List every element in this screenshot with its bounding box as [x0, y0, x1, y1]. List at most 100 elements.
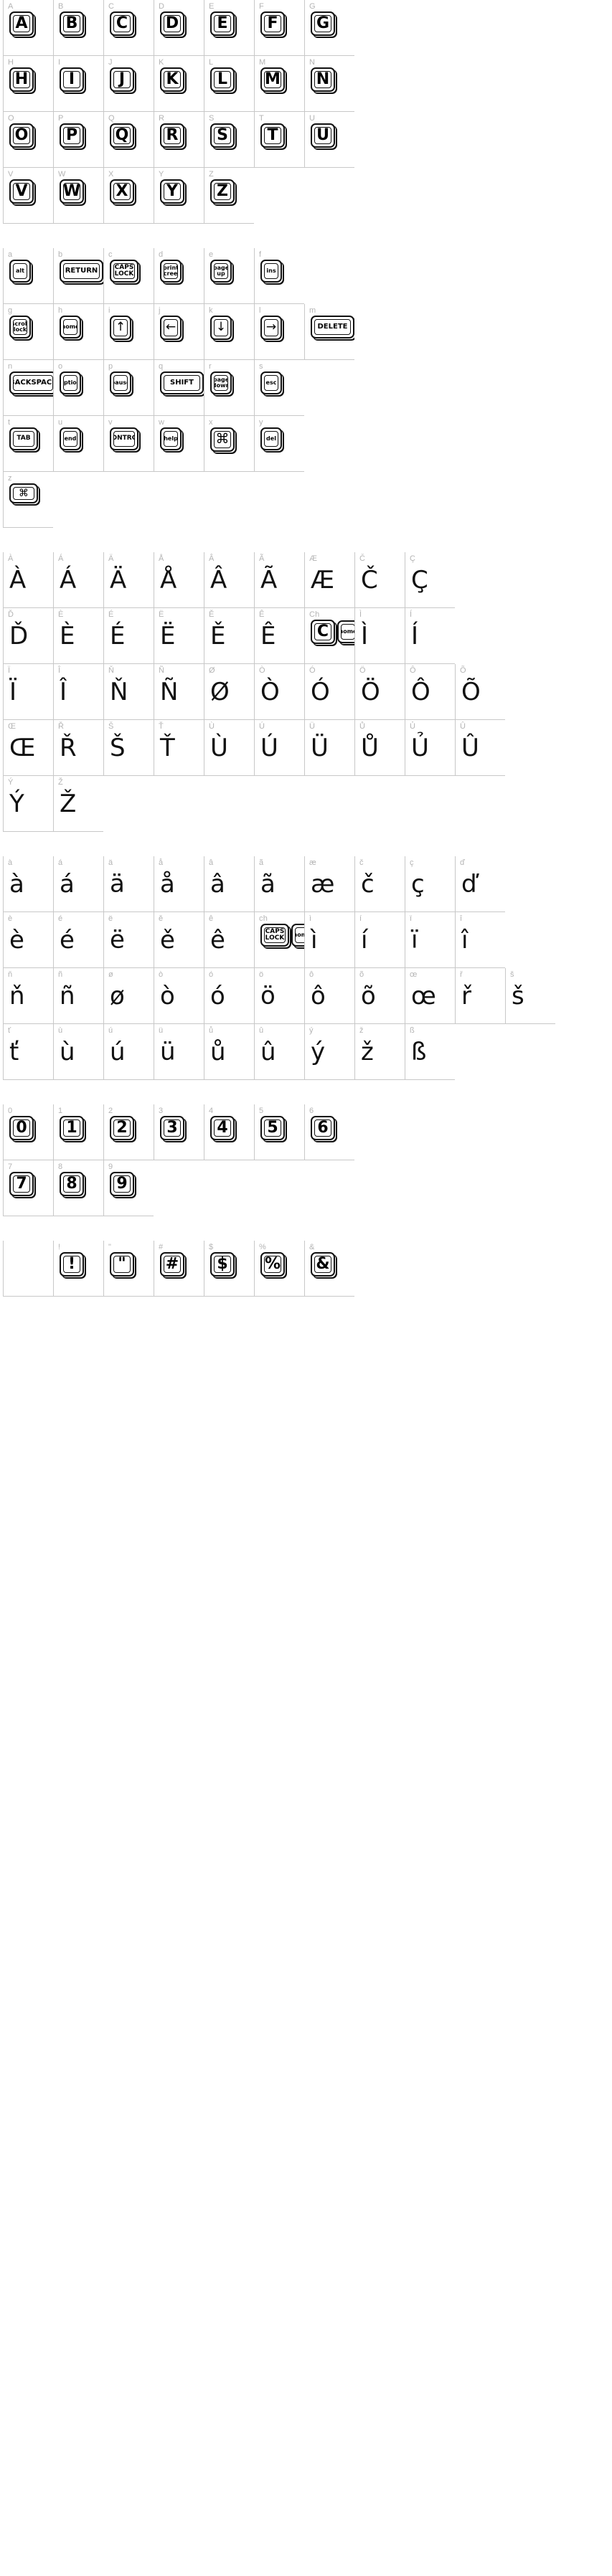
glyph-cell[interactable]: dprint screen [154, 248, 204, 304]
glyph-cell[interactable]: a alt [3, 248, 53, 304]
glyph-cell[interactable]: ññ [53, 968, 103, 1024]
glyph-cell[interactable]: ÒÒ [254, 664, 304, 720]
glyph-cell[interactable]: # # [154, 1241, 204, 1297]
glyph-cell[interactable]: OO [3, 112, 53, 168]
glyph-cell[interactable]: 11 [53, 1104, 103, 1160]
glyph-cell[interactable]: nBACKSPACE [3, 360, 53, 416]
glyph-cell[interactable]: îî [455, 912, 505, 968]
glyph-cell[interactable]: ÚÚ [254, 720, 304, 776]
glyph-cell[interactable]: žž [354, 1024, 405, 1080]
glyph-cell[interactable]: !! [53, 1241, 103, 1297]
glyph-cell[interactable]: $ $ [204, 1241, 254, 1297]
glyph-cell[interactable]: èè [3, 912, 53, 968]
glyph-cell[interactable]: úú [103, 1024, 154, 1080]
glyph-cell[interactable]: ïï [405, 912, 455, 968]
glyph-cell[interactable]: çç [405, 856, 455, 912]
glyph-cell[interactable]: ýý [304, 1024, 354, 1080]
glyph-cell[interactable]: ÕÕ [455, 664, 505, 720]
glyph-cell[interactable]: UU [304, 112, 354, 168]
glyph-cell[interactable]: ÌÌ [354, 608, 405, 664]
glyph-cell[interactable]: ťť [3, 1024, 53, 1080]
glyph-cell[interactable]: 88 [53, 1160, 103, 1216]
glyph-cell[interactable]: z ⌘ [3, 472, 53, 528]
glyph-cell[interactable]: DD [154, 0, 204, 56]
glyph-cell[interactable]: ÜÜ [304, 720, 354, 776]
glyph-cell[interactable]: u end [53, 416, 103, 472]
glyph-cell[interactable]: QQ [103, 112, 154, 168]
glyph-cell[interactable]: ďď [455, 856, 505, 912]
glyph-cell[interactable]: ôô [304, 968, 354, 1024]
glyph-cell[interactable]: f ins [254, 248, 304, 304]
glyph-cell[interactable]: RR [154, 112, 204, 168]
glyph-cell[interactable]: ØØ [204, 664, 254, 720]
glyph-cell[interactable]: & & [304, 1241, 354, 1297]
glyph-cell[interactable]: LL [204, 56, 254, 112]
glyph-cell[interactable]: ÛÛ [455, 720, 505, 776]
glyph-cell[interactable]: MM [254, 56, 304, 112]
glyph-cell[interactable]: NN [304, 56, 354, 112]
glyph-cell[interactable]: EE [204, 0, 254, 56]
glyph-cell[interactable]: 66 [304, 1104, 354, 1160]
glyph-cell[interactable]: s esc [254, 360, 304, 416]
glyph-cell[interactable]: ŘŘ [53, 720, 103, 776]
glyph-cell[interactable]: ÙÙ [204, 720, 254, 776]
glyph-cell[interactable]: ChChome [304, 608, 354, 664]
glyph-cell[interactable]: CC [103, 0, 154, 56]
glyph-cell[interactable]: epage up [204, 248, 254, 304]
glyph-cell[interactable]: " " [103, 1241, 154, 1297]
glyph-cell[interactable]: àà [3, 856, 53, 912]
glyph-cell[interactable]: q SHIFT [154, 360, 204, 416]
glyph-cell[interactable]: ââ [204, 856, 254, 912]
glyph-cell[interactable]: ŮŮ [354, 720, 405, 776]
glyph-cell[interactable]: rpage down [204, 360, 254, 416]
glyph-cell[interactable]: ëë [103, 912, 154, 968]
glyph-cell[interactable]: ÄÄ [103, 552, 154, 608]
glyph-cell[interactable]: i ↑ [103, 304, 154, 360]
glyph-cell[interactable]: AA [3, 0, 53, 56]
glyph-cell[interactable]: y del [254, 416, 304, 472]
glyph-cell[interactable]: JJ [103, 56, 154, 112]
glyph-cell[interactable]: öö [254, 968, 304, 1024]
glyph-cell[interactable]: ÏÏ [3, 664, 53, 720]
glyph-cell[interactable]: ÍÍ [405, 608, 455, 664]
glyph-cell[interactable]: w help [154, 416, 204, 472]
glyph-cell[interactable]: ỦỦ [405, 720, 455, 776]
glyph-cell[interactable]: 99 [103, 1160, 154, 1216]
glyph-cell[interactable]: 44 [204, 1104, 254, 1160]
glyph-cell[interactable]: ňň [3, 968, 53, 1024]
glyph-cell[interactable]: ÖÖ [354, 664, 405, 720]
glyph-cell[interactable]: ää [103, 856, 154, 912]
glyph-cell[interactable]: ěě [154, 912, 204, 968]
glyph-cell[interactable]: ooption [53, 360, 103, 416]
glyph-cell[interactable]: ùù [53, 1024, 103, 1080]
glyph-cell[interactable]: ch CAPS LOCK home [254, 912, 304, 968]
glyph-cell[interactable]: ÇÇ [405, 552, 455, 608]
glyph-cell[interactable]: ÈÈ [53, 608, 103, 664]
glyph-cell[interactable]: ÎÎ [53, 664, 103, 720]
glyph-cell[interactable]: vCONTROL [103, 416, 154, 472]
glyph-cell[interactable]: ûû [254, 1024, 304, 1080]
glyph-cell[interactable]: ppause [103, 360, 154, 416]
glyph-cell[interactable]: hhome [53, 304, 103, 360]
glyph-cell[interactable]: ÓÓ [304, 664, 354, 720]
glyph-cell[interactable]: üü [154, 1024, 204, 1080]
glyph-cell[interactable]: II [53, 56, 103, 112]
glyph-cell[interactable]: œœ [405, 968, 455, 1024]
glyph-cell[interactable]: ŤŤ [154, 720, 204, 776]
glyph-cell[interactable]: t TAB [3, 416, 53, 472]
glyph-cell[interactable]: 77 [3, 1160, 53, 1216]
glyph-cell[interactable]: ŒŒ [3, 720, 53, 776]
glyph-cell[interactable]: ÂÂ [204, 552, 254, 608]
glyph-cell[interactable]: êê [204, 912, 254, 968]
glyph-cell[interactable]: ŽŽ [53, 776, 103, 832]
glyph-cell[interactable]: PP [53, 112, 103, 168]
glyph-cell[interactable]: WW [53, 168, 103, 224]
glyph-cell[interactable]: ãã [254, 856, 304, 912]
glyph-cell[interactable]: j ← [154, 304, 204, 360]
glyph-cell[interactable]: õõ [354, 968, 405, 1024]
glyph-cell[interactable]: b RETURN [53, 248, 103, 304]
glyph-cell[interactable]: SS [204, 112, 254, 168]
glyph-cell[interactable]: ÁÁ [53, 552, 103, 608]
glyph-cell[interactable]: šš [505, 968, 555, 1024]
glyph-cell[interactable]: åå [154, 856, 204, 912]
